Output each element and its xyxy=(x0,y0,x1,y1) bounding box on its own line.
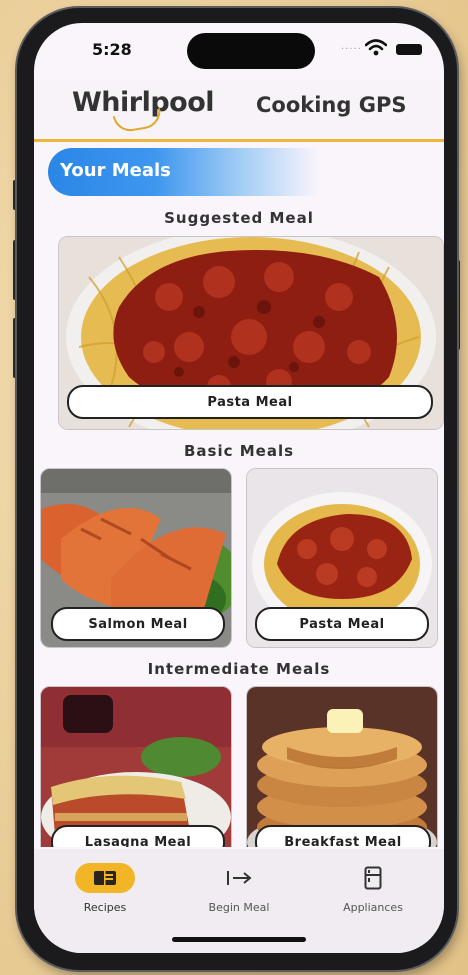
app-header: Whirlpool Cooking GPS xyxy=(34,79,444,142)
tab-recipes[interactable]: Recipes xyxy=(40,859,170,919)
suggested-meal-card[interactable]: Pasta Meal xyxy=(58,236,444,430)
appliances-icon-wrap xyxy=(343,863,403,893)
dynamic-island xyxy=(187,33,315,69)
status-bar: 5:28 ..... xyxy=(34,23,444,79)
tab-begin-meal-label: Begin Meal xyxy=(208,901,270,914)
fridge-icon xyxy=(364,866,382,890)
tab-recipes-label: Recipes xyxy=(83,901,127,914)
recipes-active-indicator xyxy=(75,863,135,893)
signal-icon: ..... xyxy=(341,41,362,52)
arrow-to-line-icon xyxy=(227,871,252,885)
meals-scroll-area[interactable]: Your Meals Suggested Meal Pasta Meal Bas… xyxy=(34,142,444,847)
tab-begin-meal[interactable]: Begin Meal xyxy=(174,859,304,919)
suggested-meal-title: Suggested Meal xyxy=(164,209,314,227)
battery-icon xyxy=(396,44,422,55)
app-screen: 5:28 ..... Whirlpool Cooking GPS Your Me… xyxy=(34,23,444,953)
home-indicator[interactable] xyxy=(172,937,306,942)
lasagna-meal-button[interactable]: Lasagna Meal xyxy=(51,825,225,847)
tab-appliances[interactable]: Appliances xyxy=(308,859,438,919)
basic-meals-title: Basic Meals xyxy=(183,442,295,460)
begin-meal-icon-wrap xyxy=(209,863,269,893)
pasta-meal-button[interactable]: Pasta Meal xyxy=(255,607,429,641)
suggested-meal-button[interactable]: Pasta Meal xyxy=(67,385,433,419)
book-icon xyxy=(94,871,116,885)
status-time: 5:28 xyxy=(92,40,132,59)
salmon-meal-button[interactable]: Salmon Meal xyxy=(51,607,225,641)
salmon-meal-card[interactable]: Salmon Meal xyxy=(40,468,232,648)
pasta-meal-card[interactable]: Pasta Meal xyxy=(246,468,438,648)
lasagna-meal-card[interactable]: Lasagna Meal xyxy=(40,686,232,847)
breakfast-meal-card[interactable]: Breakfast Meal xyxy=(246,686,438,847)
your-meals-banner: Your Meals xyxy=(48,148,318,196)
lasagna-image xyxy=(41,687,231,847)
app-title: Cooking GPS xyxy=(256,93,407,117)
wifi-icon xyxy=(365,39,387,56)
tab-appliances-label: Appliances xyxy=(343,901,403,914)
your-meals-label: Your Meals xyxy=(60,160,171,181)
breakfast-meal-button[interactable]: Breakfast Meal xyxy=(255,825,431,847)
intermediate-meals-title: Intermediate Meals xyxy=(147,660,331,678)
pancakes-image xyxy=(247,687,437,847)
